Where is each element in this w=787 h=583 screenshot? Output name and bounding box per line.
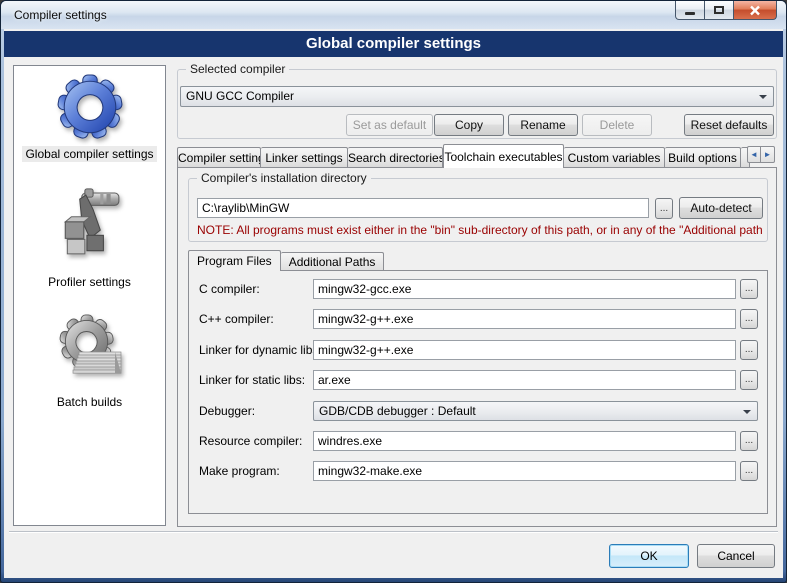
page-title: Global compiler settings <box>4 31 783 57</box>
minimize-button[interactable] <box>675 1 705 20</box>
cpp-compiler-label: C++ compiler: <box>199 309 274 329</box>
maximize-icon <box>714 6 724 14</box>
minimize-icon <box>685 12 695 15</box>
browse-directory-button[interactable]: ... <box>655 198 673 219</box>
blue-gear-icon <box>57 74 123 140</box>
sidebar-item-profiler-settings[interactable]: Profiler settings <box>14 184 165 291</box>
tab-compiler-settings[interactable]: Compiler settings <box>177 147 261 167</box>
tab-toolchain-executables[interactable]: Toolchain executables <box>443 144 564 168</box>
tab-scroll-right-icon[interactable]: ► <box>761 146 775 163</box>
close-button[interactable] <box>734 1 777 20</box>
delete-button: Delete <box>582 114 652 136</box>
chevron-down-icon <box>759 95 767 103</box>
static-linker-label: Linker for static libs: <box>199 370 305 390</box>
auto-detect-button[interactable]: Auto-detect <box>679 197 763 219</box>
dynamic-linker-browse-button[interactable]: ... <box>740 340 758 360</box>
selected-compiler-group-label: Selected compiler <box>186 62 289 76</box>
cancel-button[interactable]: Cancel <box>697 544 775 568</box>
program-files-tab-bar: Program Files Additional Paths <box>188 250 384 271</box>
tab-scroll-buttons: ◄ ► <box>747 146 775 163</box>
c-compiler-browse-button[interactable]: ... <box>740 279 758 299</box>
make-program-browse-button[interactable]: ... <box>740 461 758 481</box>
copy-button[interactable]: Copy <box>434 114 504 136</box>
debugger-select-value: GDB/CDB debugger : Default <box>319 404 476 418</box>
installation-directory-group-label: Compiler's installation directory <box>197 171 371 185</box>
chevron-down-icon <box>743 410 751 418</box>
resource-compiler-input[interactable] <box>313 431 736 451</box>
installation-directory-input[interactable] <box>197 198 649 218</box>
c-compiler-label: C compiler: <box>199 279 260 299</box>
c-compiler-input[interactable] <box>313 279 736 299</box>
settings-tab-bar: Compiler settings Linker settings Search… <box>177 144 750 168</box>
settings-category-list: Global compiler settings <box>13 65 166 526</box>
cpp-compiler-browse-button[interactable]: ... <box>740 309 758 329</box>
cpp-compiler-input[interactable] <box>313 309 736 329</box>
maximize-button[interactable] <box>705 1 734 20</box>
tab-linker-settings[interactable]: Linker settings <box>261 147 348 167</box>
footer-divider <box>9 531 778 532</box>
dynamic-linker-input[interactable] <box>313 340 736 360</box>
reset-defaults-button[interactable]: Reset defaults <box>684 114 774 136</box>
subtab-additional-paths[interactable]: Additional Paths <box>281 252 385 271</box>
caliper-icon <box>57 184 123 268</box>
tab-scroll-left-icon[interactable]: ◄ <box>747 146 761 163</box>
dynamic-linker-label: Linker for dynamic libs: <box>199 340 322 360</box>
sidebar-item-batch-builds[interactable]: Batch builds <box>14 314 165 411</box>
caption-buttons <box>675 1 777 20</box>
tab-custom-variables[interactable]: Custom variables <box>564 147 665 167</box>
selected-compiler-group: Selected compiler GNU GCC Compiler Set a… <box>177 69 777 139</box>
static-linker-browse-button[interactable]: ... <box>740 370 758 390</box>
debugger-label: Debugger: <box>199 401 255 421</box>
window-title: Compiler settings <box>14 8 107 22</box>
tab-build-options[interactable]: Build options <box>665 147 741 167</box>
toolchain-executables-panel: Compiler's installation directory ... Au… <box>177 167 777 527</box>
tab-search-directories[interactable]: Search directories <box>348 147 443 167</box>
debugger-select[interactable]: GDB/CDB debugger : Default <box>313 401 758 421</box>
title-bar[interactable]: Compiler settings <box>1 1 786 29</box>
static-linker-input[interactable] <box>313 370 736 390</box>
make-program-label: Make program: <box>199 461 280 481</box>
sidebar-item-label: Batch builds <box>54 394 125 410</box>
sidebar-item-label: Profiler settings <box>45 274 134 290</box>
sidebar-item-global-compiler-settings[interactable]: Global compiler settings <box>14 74 165 163</box>
sidebar-item-label: Global compiler settings <box>22 146 156 162</box>
compiler-select-value: GNU GCC Compiler <box>186 89 294 103</box>
make-program-input[interactable] <box>313 461 736 481</box>
ok-button[interactable]: OK <box>609 544 689 568</box>
gear-stack-icon <box>55 314 125 388</box>
program-files-panel: C compiler: ... C++ compiler: ... Linker… <box>188 270 768 514</box>
set-as-default-button: Set as default <box>346 114 433 136</box>
installation-directory-group: Compiler's installation directory ... Au… <box>188 178 768 242</box>
close-icon <box>749 5 761 16</box>
subtab-program-files[interactable]: Program Files <box>188 250 281 271</box>
compiler-select[interactable]: GNU GCC Compiler <box>180 86 774 107</box>
install-directory-note: NOTE: All programs must exist either in … <box>197 223 762 237</box>
rename-button[interactable]: Rename <box>508 114 578 136</box>
resource-compiler-label: Resource compiler: <box>199 431 302 451</box>
compiler-settings-dialog: Compiler settings Global compiler settin… <box>0 0 787 583</box>
resource-compiler-browse-button[interactable]: ... <box>740 431 758 451</box>
dialog-client-area: Global compiler settings <box>4 29 783 578</box>
